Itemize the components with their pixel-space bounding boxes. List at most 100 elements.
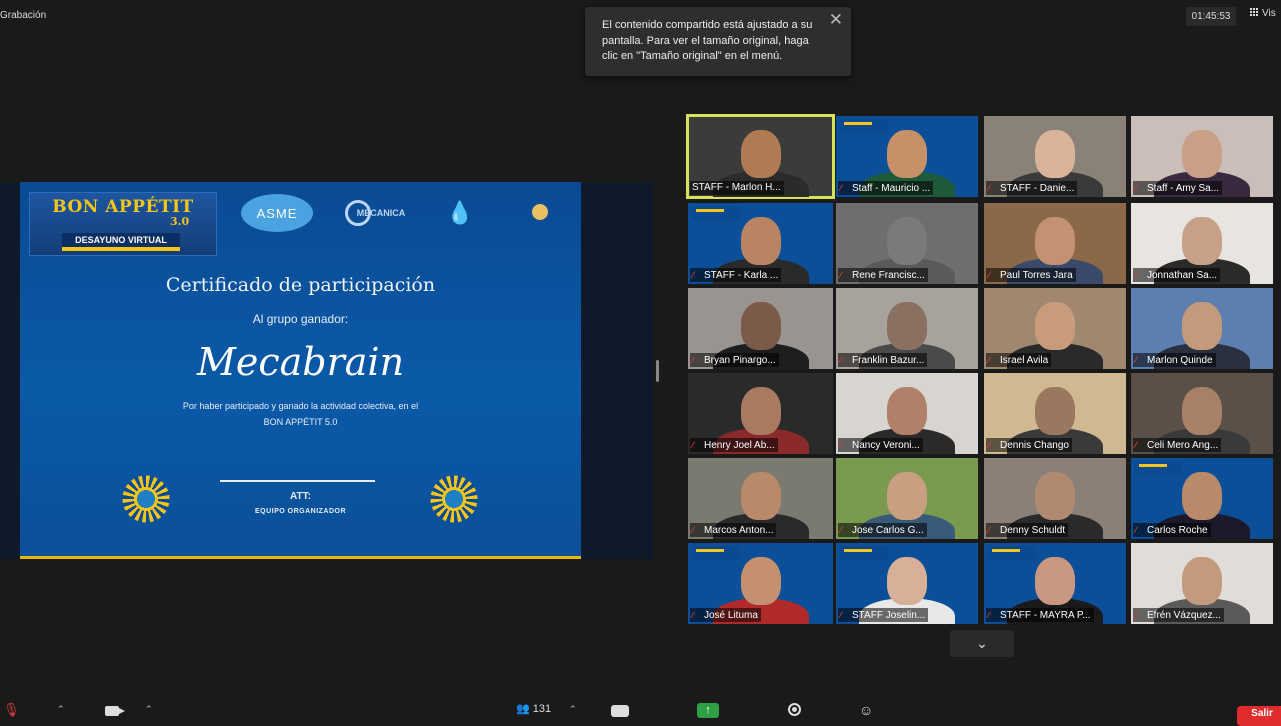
- close-icon[interactable]: ✕: [829, 11, 843, 27]
- participant-name-tag: ⁄ José Lituma: [690, 608, 761, 622]
- participant-video-face: [740, 387, 781, 435]
- microphone-muted-icon: ⁄: [988, 270, 990, 280]
- meeting-toolbar: 🎙 ⌃ ⌃ 👥 131 ⌃ ↑ ☺ Salir: [0, 698, 1281, 726]
- participant-name: STAFF - Karla ...: [704, 270, 779, 281]
- meeting-timer: 01:45:53: [1186, 7, 1236, 26]
- participant-video-face: [887, 472, 927, 520]
- chat-icon[interactable]: [611, 705, 629, 717]
- reactions-icon[interactable]: ☺: [859, 702, 873, 718]
- mecanica-logo-text: MECANICA: [356, 208, 406, 218]
- participant-tile[interactable]: ⁄ Celi Mero Ang...: [1131, 373, 1273, 454]
- gallery-next-page-button[interactable]: ⌄: [950, 630, 1014, 657]
- signature-org: EQUIPO ORGANIZADOR: [254, 508, 347, 515]
- participant-video-face: [887, 302, 927, 350]
- chevron-up-icon[interactable]: ⌃: [145, 704, 153, 715]
- participant-video-face: [1035, 217, 1075, 265]
- participant-name-tag: ⁄ Denny Schuldt: [986, 523, 1069, 537]
- automotive-logo: [508, 194, 572, 232]
- participant-tile[interactable]: ⁄ STAFF - Danie...: [984, 116, 1126, 197]
- microphone-muted-icon: ⁄: [1135, 270, 1137, 280]
- participant-tile[interactable]: ⁄ STAFF - MAYRA P...: [984, 543, 1126, 624]
- certificate-group-label: Al grupo ganador:: [252, 312, 349, 326]
- leave-button[interactable]: Salir: [1237, 706, 1281, 726]
- microphone-muted-icon: ⁄: [692, 525, 694, 535]
- participant-tile[interactable]: ⁄ Jonnathan Sa...: [1131, 203, 1273, 284]
- microphone-muted-icon: ⁄: [988, 610, 990, 620]
- chevron-up-icon[interactable]: ⌃: [569, 704, 577, 715]
- participant-tile[interactable]: ⁄ Bryan Pinargo...: [688, 288, 833, 369]
- participant-tile[interactable]: ⁄ José Lituma: [688, 543, 833, 624]
- participant-tile[interactable]: ⁄ Nancy Veroni...: [836, 373, 978, 454]
- participant-name-tag: ⁄ Jonnathan Sa...: [1133, 268, 1221, 282]
- flower-ornament-icon: [122, 475, 170, 523]
- share-screen-icon[interactable]: ↑: [697, 703, 719, 718]
- event-banner-thumbnail: [1135, 461, 1183, 475]
- record-icon[interactable]: [788, 703, 801, 716]
- participant-name: Staff - Mauricio ...: [852, 183, 931, 194]
- participant-tile[interactable]: ⁄ STAFF Joselin...: [836, 543, 978, 624]
- microphone-muted-icon: ⁄: [988, 183, 990, 193]
- participant-tile[interactable]: ⁄ Staff - Amy Sa...: [1131, 116, 1273, 197]
- participant-video-face: [740, 217, 781, 265]
- participant-name-tag: ⁄ STAFF Joselin...: [838, 608, 929, 622]
- participant-name: Jonnathan Sa...: [1147, 270, 1218, 281]
- participant-name: Efrén Vázquez...: [1147, 610, 1221, 621]
- participant-video-face: [887, 557, 927, 605]
- participant-name: Franklin Bazur...: [852, 355, 925, 366]
- participant-name-tag: ⁄ Jose Carlos G...: [838, 523, 927, 537]
- participant-video-face: [740, 557, 781, 605]
- view-button[interactable]: Vis: [1250, 8, 1276, 19]
- gallery-grid-icon: [1250, 8, 1259, 17]
- asme-logo: ASME: [241, 194, 313, 232]
- participant-name: Paul Torres Jara: [1000, 270, 1073, 281]
- participants-button[interactable]: 👥 131: [516, 702, 551, 715]
- participant-name: STAFF - Marlon H...: [692, 182, 781, 193]
- participant-name-tag: ⁄ Celi Mero Ang...: [1133, 438, 1222, 452]
- microphone-muted-icon: ⁄: [1135, 525, 1137, 535]
- participant-video-face: [1182, 472, 1222, 520]
- microphone-muted-icon: ⁄: [692, 355, 694, 365]
- microphone-muted-icon: ⁄: [692, 440, 694, 450]
- microphone-muted-icon: ⁄: [692, 270, 694, 280]
- participant-name: STAFF Joselin...: [852, 610, 926, 621]
- microphone-muted-icon: ⁄: [1135, 355, 1137, 365]
- participant-tile[interactable]: ⁄ Israel Avila: [984, 288, 1126, 369]
- participant-tile[interactable]: ⁄ Dennis Chango: [984, 373, 1126, 454]
- participant-tile[interactable]: ⁄ Marlon Quinde: [1131, 288, 1273, 369]
- notification-text: El contenido compartido está ajustado a …: [602, 19, 813, 62]
- participant-video-face: [1182, 130, 1222, 178]
- participant-tile[interactable]: ⁄ Carlos Roche: [1131, 458, 1273, 539]
- participant-name: Jose Carlos G...: [852, 525, 924, 536]
- event-title: BON APPÉTIT: [52, 197, 194, 217]
- microphone-muted-icon[interactable]: 🎙: [3, 702, 20, 718]
- chevron-up-icon[interactable]: ⌃: [57, 704, 65, 715]
- participant-tile[interactable]: ⁄ Henry Joel Ab...: [688, 373, 833, 454]
- participant-tile[interactable]: ⁄ Denny Schuldt: [984, 458, 1126, 539]
- participant-tile[interactable]: ⁄ Jose Carlos G...: [836, 458, 978, 539]
- event-banner-thumbnail: [988, 546, 1036, 560]
- participant-name: Dennis Chango: [1000, 440, 1069, 451]
- sponsor-logo-icon: 💧: [446, 200, 474, 225]
- participant-video-face: [740, 130, 781, 178]
- participant-name-tag: ⁄ STAFF - MAYRA P...: [986, 608, 1094, 622]
- participant-tile[interactable]: STAFF - Marlon H...: [686, 114, 835, 199]
- view-label: Vis: [1262, 8, 1276, 19]
- participant-tile[interactable]: ⁄ Paul Torres Jara: [984, 203, 1126, 284]
- participant-tile[interactable]: ⁄ STAFF - Karla ...: [688, 203, 833, 284]
- split-view-handle[interactable]: [656, 360, 659, 382]
- signature-att: ATT:: [290, 491, 311, 502]
- participant-tile[interactable]: ⁄ Marcos Anton...: [688, 458, 833, 539]
- participant-name-tag: ⁄ Staff - Amy Sa...: [1133, 181, 1223, 195]
- participant-video-face: [1035, 472, 1075, 520]
- certificate-winner: Mecabrain: [196, 340, 405, 384]
- participant-tile[interactable]: ⁄ Staff - Mauricio ...: [836, 116, 978, 197]
- event-banner-thumbnail: [692, 206, 740, 220]
- participant-name: Marlon Quinde: [1147, 355, 1213, 366]
- event-stripe: [62, 247, 180, 251]
- participant-tile[interactable]: ⁄ Rene Francisc...: [836, 203, 978, 284]
- video-camera-icon[interactable]: [105, 706, 125, 716]
- microphone-muted-icon: ⁄: [1135, 610, 1137, 620]
- participant-video-face: [1182, 217, 1222, 265]
- participant-tile[interactable]: ⁄ Franklin Bazur...: [836, 288, 978, 369]
- participant-tile[interactable]: ⁄ Efrén Vázquez...: [1131, 543, 1273, 624]
